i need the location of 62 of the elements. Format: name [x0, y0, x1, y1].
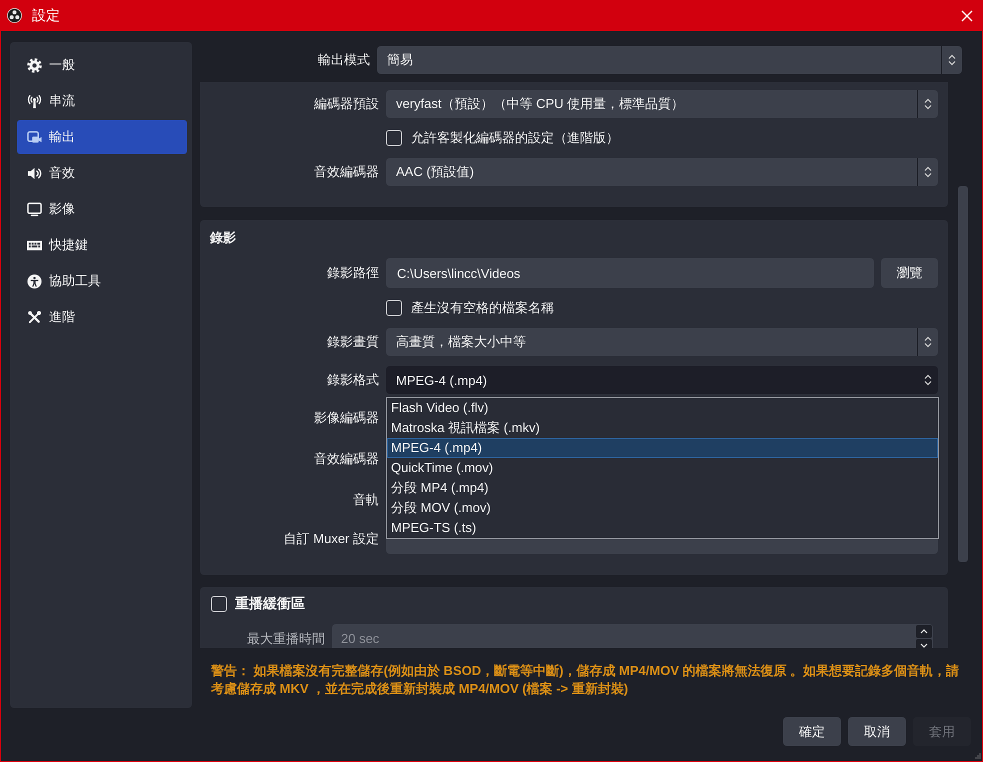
chevron-up-icon	[920, 629, 928, 634]
form-label: 編碼器預設	[314, 95, 379, 113]
form-label: 錄影路徑	[327, 264, 379, 282]
dropdown-option[interactable]: Flash Video (.flv)	[387, 398, 938, 418]
monitor-icon	[27, 202, 42, 216]
select-dropdown[interactable]: 高畫質，檔案大小中等	[386, 328, 938, 356]
form-label: 最大重播時間	[247, 630, 325, 648]
form-label: 影像編碼器	[314, 409, 379, 427]
dialog-button[interactable]: 取消	[848, 717, 906, 746]
form-label: 錄影格式	[327, 371, 379, 389]
form-label: 音效編碼器	[314, 163, 379, 181]
browse-button[interactable]: 瀏覽	[881, 258, 938, 288]
dropdown-option[interactable]: 分段 MOV (.mov)	[387, 498, 938, 518]
group-title[interactable]: 重播緩衝區	[235, 595, 305, 613]
chevron-updown-icon	[924, 166, 932, 178]
chevron-down-icon	[920, 643, 928, 648]
sidebar-item[interactable]: 協助工具	[17, 264, 187, 298]
sidebar-item[interactable]: 音效	[17, 156, 187, 190]
select-dropdown[interactable]: AAC (預設值)	[386, 158, 938, 186]
select-dropdown[interactable]: 簡易	[377, 46, 962, 74]
form-label: 音軌	[353, 491, 379, 509]
dropdown-option[interactable]: 分段 MP4 (.mp4)	[387, 478, 938, 498]
sidebar-item[interactable]: 進階	[17, 300, 187, 334]
close-button[interactable]	[961, 10, 973, 22]
select-dropdown[interactable]: veryfast（預設）（中等 CPU 使用量，標準品質）	[386, 90, 938, 118]
window-title: 設定	[32, 6, 60, 24]
accessibility-icon	[27, 274, 42, 288]
dropdown-option[interactable]: QuickTime (.mov)	[387, 458, 938, 478]
form-label: 音效編碼器	[314, 450, 379, 468]
checkbox[interactable]	[211, 596, 227, 612]
group-title: 錄影	[210, 229, 236, 247]
chevron-updown-icon	[924, 374, 932, 386]
speaker-icon	[27, 166, 42, 180]
warning-text: 警告： 如果檔案沒有完整儲存(例如由於 BSOD，斷電等中斷)，儲存成 MP4/MOV 的檔案將無法復原 。如果想要記錄多個音軌，請考慮儲存成 MKV ，並在完成後重新封裝成 MP4/MOV (檔案 -> 重新封裝)	[210, 662, 960, 698]
scrollbar-thumb[interactable]	[958, 186, 968, 562]
app-logo-icon	[7, 8, 22, 23]
chevron-updown-icon	[924, 98, 932, 110]
screen-camera-icon	[27, 130, 42, 144]
select-dropdown[interactable]: MPEG-4 (.mp4)	[386, 366, 938, 394]
checkbox[interactable]	[386, 130, 402, 146]
form-label: 錄影畫質	[327, 333, 379, 351]
checkbox-label[interactable]: 產生沒有空格的檔案名稱	[411, 299, 554, 317]
chevron-updown-icon	[948, 54, 956, 66]
checkbox[interactable]	[386, 300, 402, 316]
checkbox-label[interactable]: 允許客製化編碼器的設定（進階版）	[411, 129, 619, 147]
dropdown-option[interactable]: MPEG-4 (.mp4)	[387, 438, 938, 458]
sidebar-item[interactable]: 輸出	[17, 120, 187, 154]
chevron-updown-icon	[924, 336, 932, 348]
dialog-button[interactable]: 確定	[783, 717, 841, 746]
dropdown-option[interactable]: MPEG-TS (.ts)	[387, 518, 938, 538]
tools-icon	[27, 310, 42, 324]
gear-icon	[27, 58, 42, 72]
sidebar-item[interactable]: 快捷鍵	[17, 228, 187, 262]
sidebar-item[interactable]: 影像	[17, 192, 187, 226]
path-field[interactable]: C:\Users\lincc\Videos	[386, 258, 874, 288]
antenna-icon	[27, 94, 42, 108]
form-label: 輸出模式	[318, 51, 370, 69]
dropdown-option[interactable]: Matroska 視訊檔案 (.mkv)	[387, 418, 938, 438]
form-label: 自訂 Muxer 設定	[284, 530, 379, 548]
sidebar-item[interactable]: 串流	[17, 84, 187, 118]
close-icon	[961, 10, 973, 22]
sidebar-item[interactable]: 一般	[17, 48, 187, 82]
